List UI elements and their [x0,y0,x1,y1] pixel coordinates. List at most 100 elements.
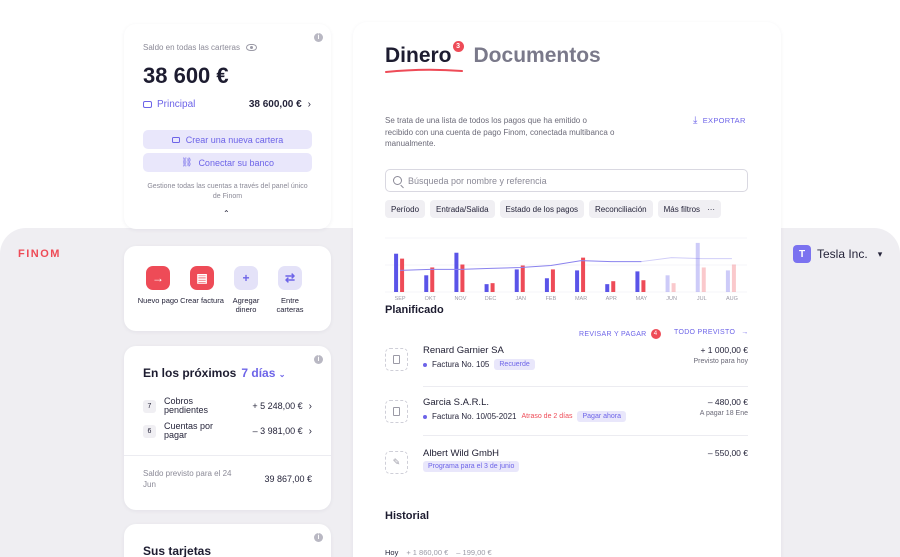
tab-documents[interactable]: Documentos [474,44,601,68]
bar-incoming-nov [454,252,459,292]
bar-outgoing-jan [520,265,525,292]
connect-bank-label: Conectar su banco [198,157,274,168]
history-income: + 1 860,00 € [406,548,449,557]
info-icon[interactable]: i [314,33,323,42]
bar-outgoing-sep [400,258,405,292]
filter-in-out[interactable]: Entrada/Salida [430,200,495,218]
tick-label-apr: APR [606,296,617,302]
tab-badge: 3 [452,41,464,52]
more-dots-icon: ··· [707,204,716,214]
tick-label-aug: AUG [726,296,738,302]
document-icon [385,348,408,371]
eye-icon[interactable] [245,44,257,51]
bar-outgoing-jul [701,267,706,292]
payment-due: A pagar 18 Ene [699,410,748,417]
tick-label-jun: JUN [666,296,677,302]
divider [423,386,748,387]
tab-money[interactable]: Dinero 3 [385,41,464,73]
link-icon: ⛓ [181,157,193,167]
balance-card: i Saldo en todas las carteras 38 600 € P… [124,24,331,229]
action-label: Entre carteras [276,296,304,314]
action-add-money[interactable]: + Agregar dinero [224,266,268,314]
tick-label-sep: SEP [395,296,406,302]
filter-more[interactable]: Más filtros ··· [657,200,722,218]
filter-payment-status[interactable]: Estado de los pagos [499,200,585,218]
pay-now-tag[interactable]: Pagar ahora [577,411,627,422]
connect-bank-button[interactable]: ⛓ Conectar su banco [143,153,312,172]
balance-label: Saldo en todas las carteras [143,43,240,52]
bar-outgoing-mar [581,257,586,292]
history-day: Hoy [385,548,399,557]
payment-due: Previsto para hoy [693,358,748,365]
late-indicator: Atraso de 2 días [521,413,573,420]
chevron-up-icon[interactable]: ⌃ [223,209,230,218]
document-sheet [393,407,400,416]
bar-outgoing-may [641,280,646,292]
upcoming-title: En los próximos [143,366,237,380]
planned-title: Planificado [385,304,444,316]
upcoming-row-receivables[interactable]: 7 Cobros pendientes + 5 248,00 € › [143,397,312,415]
bar-incoming-jul [695,242,700,292]
info-icon[interactable]: i [314,355,323,364]
bar-incoming-mar [575,270,580,292]
review-count-badge: 4 [650,329,661,339]
cards-card: i Sus tarjetas [124,524,331,557]
action-label: Agregar dinero [232,296,260,314]
row-amount: + 5 248,00 € [252,401,303,411]
planned-item[interactable]: ✎ Albert Wild GmbH Programa para el 3 de… [385,448,748,492]
balance-label-row: Saldo en todas las carteras [143,43,257,52]
company-avatar: T [793,245,811,263]
tab-underline [385,68,463,73]
bar-outgoing-nov [460,264,465,292]
total-balance: 38 600 € [143,63,229,88]
bar-incoming-jan [514,269,519,292]
history-title: Historial [385,510,430,522]
bar-outgoing-dec [490,283,495,292]
planned-item[interactable]: Renard Garnier SA Factura No. 105 Recuer… [385,345,748,389]
payment-amount: + 1 000,00 € [700,345,748,355]
search-field[interactable] [385,169,748,192]
count-badge: 6 [143,424,156,438]
action-new-payment[interactable]: → Nuevo pago [136,266,180,314]
tick-label-okt: OKT [425,296,437,302]
info-icon[interactable]: i [314,533,323,542]
action-create-invoice[interactable]: ▤ Crear factura [180,266,224,314]
filter-reconciliation[interactable]: Reconciliación [589,200,653,218]
wallet-amount: 38 600,00 € [248,99,302,110]
bar-incoming-jun [665,275,670,292]
history-outgo: – 199,00 € [456,548,492,557]
company-switcher[interactable]: T Tesla Inc. ▾ [793,245,882,263]
export-button[interactable]: ⤓ EXPORTAR [693,115,746,126]
review-pay-link[interactable]: REVISAR Y PAGAR 4 [579,329,661,339]
invoice-icon: ▤ [190,266,214,290]
action-between-wallets[interactable]: ⇄ Entre carteras [268,266,312,314]
period-selector[interactable]: 7 días ⌄ [241,366,285,380]
bar-incoming-aug [725,270,730,292]
filter-period[interactable]: Período [385,200,426,218]
create-wallet-button[interactable]: Crear una nueva cartera [143,130,312,149]
main-panel: Dinero 3 Documentos Se trata de una list… [353,22,781,557]
tabs: Dinero 3 Documentos [385,41,601,73]
arrow-right-icon: → [741,329,749,336]
plus-icon: + [234,266,258,290]
count-badge: 7 [143,399,156,413]
history-day-row: Hoy + 1 860,00 € – 199,00 € [385,548,492,557]
payment-meta: Factura No. 10/05-2021 Atraso de 2 días … [423,411,627,422]
actions-row: → Nuevo pago ▤ Crear factura + Agregar d… [136,266,312,314]
transfer-icon: ⇄ [278,266,302,290]
wallet-row-principal[interactable]: Principal 38 600,00 € › [143,99,311,110]
company-name: Tesla Inc. [817,247,868,261]
search-input[interactable] [408,175,728,186]
payment-meta: Factura No. 105 Recuerde [423,359,535,370]
chevron-right-icon: › [308,400,312,412]
bar-outgoing-jun [671,283,676,292]
scheduled-tag: Programa para el 3 de junio [423,461,520,472]
wallet-icon [143,101,152,108]
all-planned-link[interactable]: TODO PREVISTO → [674,329,749,336]
tick-label-jan: JAN [516,296,526,302]
upcoming-row-payables[interactable]: 6 Cuentas por pagar – 3 981,00 € › [143,422,312,440]
signature-icon: ✎ [385,451,408,474]
filter-more-label: Más filtros [663,204,701,214]
quick-actions-card: → Nuevo pago ▤ Crear factura + Agregar d… [124,246,331,331]
all-planned-label: TODO PREVISTO [674,329,736,336]
